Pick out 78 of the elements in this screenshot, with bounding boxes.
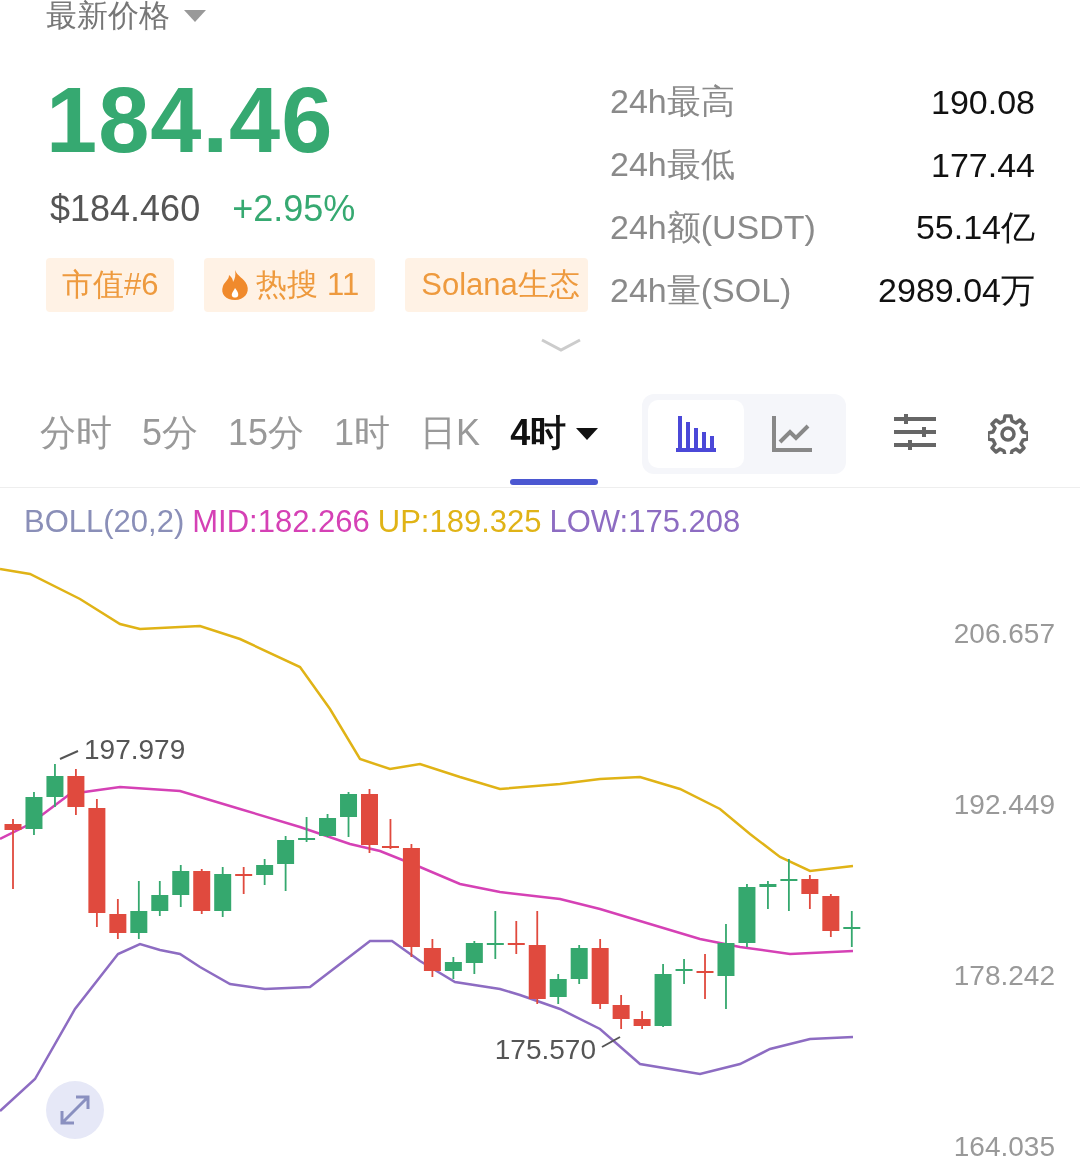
lower-band-value: LOW:175.208 — [549, 504, 741, 540]
candlestick — [507, 921, 525, 954]
candlestick — [193, 869, 211, 914]
expand-arrows-icon — [58, 1093, 92, 1127]
low-price-label: 175.570 — [494, 1034, 596, 1065]
candlestick — [549, 974, 567, 1004]
tag-chip[interactable]: 热搜 11 — [204, 258, 376, 312]
flame-icon — [220, 269, 251, 301]
candlestick — [25, 792, 43, 835]
indicator-name: BOLL(20,2) — [24, 504, 185, 540]
candlestick — [130, 881, 148, 939]
candlestick — [444, 957, 462, 979]
candlestick — [759, 881, 777, 909]
line-chart-icon — [772, 415, 813, 452]
candlestick-chart-button[interactable] — [648, 399, 745, 468]
upper-band-value: UP:189.325 — [377, 504, 542, 540]
interval-tab[interactable]: 15分 — [228, 380, 305, 487]
price-axis-label: 178.242 — [953, 960, 1055, 991]
leader-line — [601, 1036, 621, 1048]
stat-label: 24h额(USDT) — [610, 207, 816, 248]
interval-tab[interactable]: 日K — [420, 380, 481, 487]
settings-icon[interactable] — [988, 413, 1029, 454]
last-price: 184.46 — [46, 70, 335, 170]
candlestick — [465, 941, 483, 974]
bar-chart-icon — [676, 415, 717, 452]
candlestick — [151, 881, 169, 916]
candlestick — [172, 865, 190, 907]
candlestick — [109, 899, 127, 939]
candlestick — [361, 789, 378, 853]
candlestick — [570, 945, 588, 984]
candlestick — [298, 817, 316, 842]
stat-value: 2989.04万 — [878, 270, 1035, 311]
price-axis-label: 192.449 — [953, 789, 1055, 820]
stat-value: 55.14亿 — [915, 207, 1035, 248]
candlestick — [67, 769, 85, 815]
candlestick — [822, 894, 840, 937]
candlestick — [843, 911, 861, 947]
price-change: +2.95% — [232, 188, 356, 230]
candlestick — [319, 814, 337, 837]
candlestick — [46, 764, 64, 807]
candlestick — [780, 859, 798, 911]
candlestick — [381, 819, 399, 849]
candlestick — [277, 836, 295, 891]
mid-band-value: MID:182.266 — [192, 504, 370, 540]
candlestick — [486, 911, 504, 959]
leader-line — [59, 750, 79, 760]
tag-chip[interactable]: Solana生态 — [405, 258, 588, 312]
candlestick — [235, 867, 253, 894]
candlestick — [696, 954, 714, 999]
candlestick — [4, 819, 22, 889]
stat-label: 24h最高 — [610, 81, 735, 122]
interval-tab[interactable]: 1时 — [334, 380, 391, 487]
price-axis-label: 206.657 — [953, 618, 1055, 649]
price-type-label[interactable]: 最新价格 — [46, 0, 170, 37]
stat-value: 190.08 — [931, 82, 1035, 122]
price-axis-label: 164.035 — [953, 1131, 1055, 1162]
candlestick — [675, 959, 693, 984]
candlestick — [654, 964, 672, 1027]
candlestick — [423, 939, 441, 977]
stat-label: 24h量(SOL) — [610, 270, 792, 311]
caret-icon[interactable] — [576, 427, 599, 440]
stat-value: 177.44 — [931, 145, 1035, 185]
candlestick — [612, 995, 630, 1029]
usd-price: $184.460 — [50, 188, 201, 230]
interval-tab[interactable]: 4时 — [510, 380, 599, 487]
candlestick — [214, 867, 232, 917]
interval-tab[interactable]: 分时 — [40, 380, 112, 487]
candlestick — [738, 884, 756, 947]
sliders-icon[interactable] — [894, 413, 937, 450]
candlestick — [256, 859, 274, 885]
candlestick — [340, 792, 357, 837]
tag-chip[interactable]: 市值#6 — [46, 258, 175, 312]
candlestick — [633, 1011, 651, 1029]
interval-tab[interactable]: 5分 — [142, 380, 199, 487]
candlestick — [591, 939, 609, 1009]
stat-label: 24h最低 — [610, 144, 735, 185]
candlestick — [801, 875, 819, 909]
high-price-label: 197.979 — [84, 734, 186, 765]
